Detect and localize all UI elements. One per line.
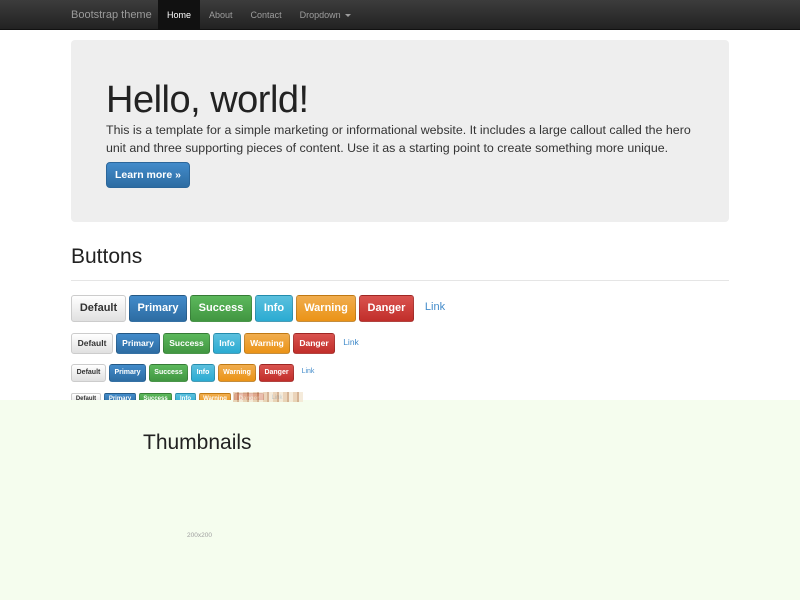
caret-down-icon [344,14,351,18]
success-button[interactable]: Success [149,364,188,382]
button-row-medium: Default Primary Success Info Warning Dan… [71,333,367,354]
nav-item-dropdown-label: Dropdown [299,10,341,20]
nav-item-about[interactable]: About [200,0,242,30]
buttons-heading: Buttons [71,245,143,268]
warning-button[interactable]: Warning [296,295,356,322]
link-button[interactable]: Link [417,295,453,322]
section-divider [71,280,729,281]
link-button[interactable]: Link [297,364,319,382]
thumbnails-heading: Thumbnails [143,431,252,454]
primary-button[interactable]: Primary [129,295,187,322]
primary-button[interactable]: Primary [109,364,146,382]
nav-item-contact[interactable]: Contact [242,0,291,30]
info-button[interactable]: Info [191,364,215,382]
navbar: Bootstrap theme Home About Contact Dropd… [0,0,800,30]
info-button[interactable]: Info [213,333,241,354]
navbar-nav: Home About Contact Dropdown [158,0,360,30]
hero-unit: Hello, world! This is a template for a s… [71,40,729,222]
warning-button[interactable]: Warning [218,364,256,382]
button-row-small: Default Primary Success Info Warning Dan… [71,364,322,382]
nav-item-dropdown[interactable]: Dropdown [291,0,360,30]
button-row-large: Default Primary Success Info Warning Dan… [71,295,456,322]
learn-more-button[interactable]: Learn more » [106,162,190,188]
thumbnails-section [0,400,800,600]
default-button[interactable]: Default [71,364,106,382]
success-button[interactable]: Success [163,333,210,354]
default-button[interactable]: Default [71,333,113,354]
hero-text: This is a template for a simple marketin… [106,123,691,155]
default-button[interactable]: Default [71,295,126,322]
success-button[interactable]: Success [190,295,252,322]
warning-button[interactable]: Warning [244,333,290,354]
nav-item-home[interactable]: Home [158,0,201,30]
primary-button[interactable]: Primary [116,333,160,354]
danger-button[interactable]: Danger [359,295,414,322]
hero-title: Hello, world! [106,79,309,121]
danger-button[interactable]: Danger [259,364,294,382]
info-button[interactable]: Info [255,295,293,322]
navbar-brand[interactable]: Bootstrap theme [71,0,152,30]
link-button[interactable]: Link [338,333,364,354]
thumbnail-placeholder-label: 200x200 [187,532,212,539]
render-artifact [233,392,303,402]
danger-button[interactable]: Danger [293,333,335,354]
